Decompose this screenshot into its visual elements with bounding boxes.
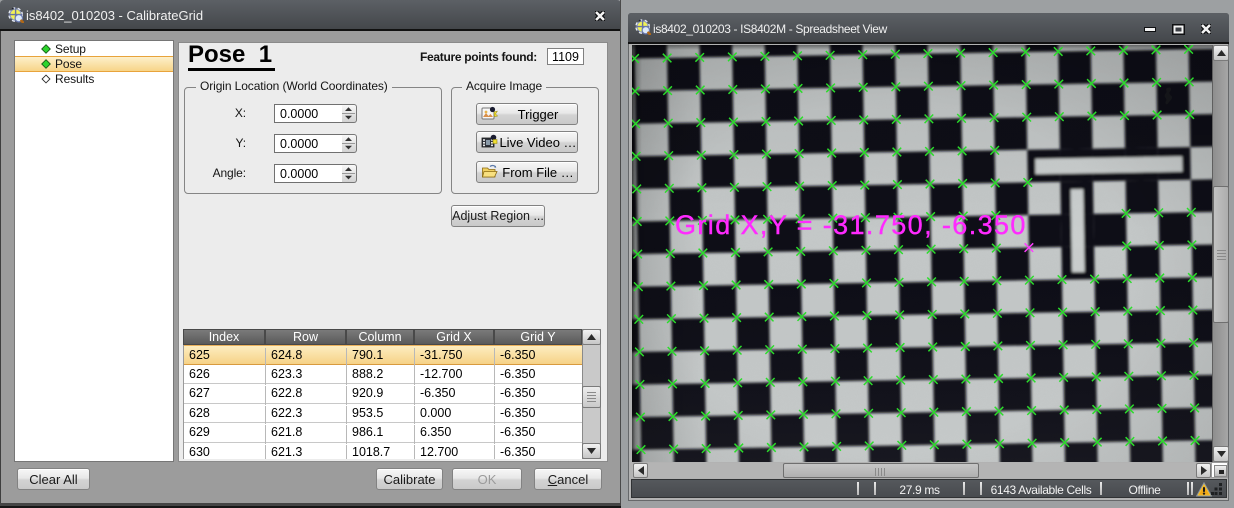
svg-text:Grid X,Y = -31.750, -6.350: Grid X,Y = -31.750, -6.350 xyxy=(675,210,1027,240)
